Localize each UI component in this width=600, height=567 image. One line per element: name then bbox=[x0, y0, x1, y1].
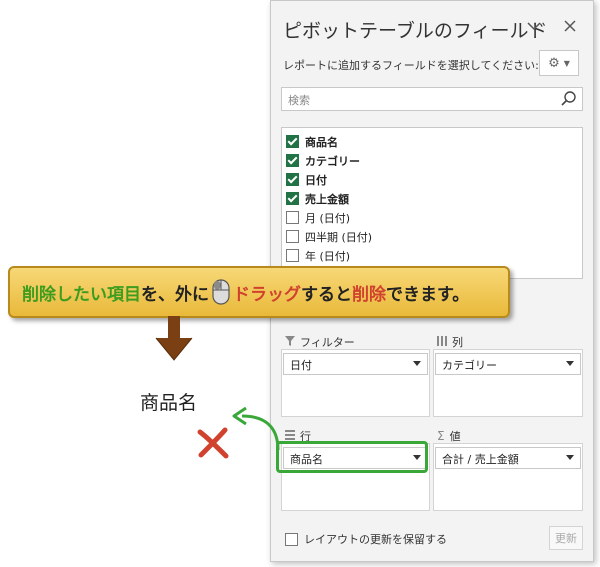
curved-arrow-icon bbox=[232, 406, 280, 451]
field-label: 日付 bbox=[305, 173, 327, 187]
mouse-icon bbox=[212, 279, 230, 305]
columns-item-label: カテゴリー bbox=[442, 359, 497, 372]
tools-button[interactable]: ⚙ ▼ bbox=[539, 50, 579, 76]
field-item[interactable]: 商品名 bbox=[282, 132, 582, 151]
columns-item-dropdown[interactable]: カテゴリー bbox=[435, 353, 581, 375]
values-item-dropdown[interactable]: 合計 / 売上金額 bbox=[435, 447, 581, 469]
field-item[interactable]: 売上金額 bbox=[282, 189, 582, 208]
checkbox[interactable] bbox=[285, 532, 298, 546]
banner-text: できます。 bbox=[386, 284, 470, 305]
chevron-down-icon[interactable] bbox=[523, 15, 545, 37]
update-button[interactable]: 更新 bbox=[549, 526, 583, 550]
checkbox[interactable] bbox=[286, 249, 299, 262]
field-item[interactable]: 月 (日付) bbox=[282, 208, 582, 227]
panel-title: ピボットテーブルのフィールド bbox=[283, 20, 548, 42]
search-input[interactable]: 検索 bbox=[281, 87, 583, 111]
banner-text-result: 削除 bbox=[352, 284, 386, 305]
columns-area-label: 列 bbox=[452, 336, 463, 349]
instruction-text: レポートに追加するフィールドを選択してください: bbox=[283, 59, 539, 72]
sigma-icon: Σ bbox=[437, 429, 445, 443]
checkbox[interactable] bbox=[286, 230, 299, 243]
field-label: 商品名 bbox=[305, 135, 338, 149]
banner-text-action: ドラッグ bbox=[233, 284, 301, 305]
field-list: 商品名 カテゴリー 日付 売上金額 月 (日付) 四半期 (日付) 年 (日付) bbox=[281, 127, 583, 279]
rows-item-highlight bbox=[276, 441, 428, 473]
field-label: カテゴリー bbox=[305, 154, 360, 168]
checkbox[interactable] bbox=[286, 154, 299, 167]
defer-layout-label: レイアウトの更新を保留する bbox=[304, 533, 447, 546]
down-arrow-icon bbox=[155, 316, 193, 361]
columns-icon bbox=[437, 335, 447, 349]
banner-text-target: 削除したい項目 bbox=[22, 284, 141, 305]
values-item-label: 合計 / 売上金額 bbox=[442, 453, 519, 466]
search-icon[interactable] bbox=[560, 90, 578, 108]
caret-down-icon: ▼ bbox=[563, 58, 570, 68]
instruction-banner: 削除したい項目 を、外に ドラッグ すると 削除 できます。 bbox=[8, 266, 510, 318]
filter-icon bbox=[285, 335, 295, 349]
filter-item-label: 日付 bbox=[290, 359, 312, 372]
close-icon[interactable] bbox=[559, 15, 581, 37]
filter-area-title: フィルター bbox=[285, 334, 355, 350]
banner-text: すると bbox=[301, 284, 352, 305]
checkbox[interactable] bbox=[286, 211, 299, 224]
values-area-title: Σ 値 bbox=[437, 428, 461, 444]
field-label: 年 (日付) bbox=[305, 249, 351, 263]
checkbox[interactable] bbox=[286, 135, 299, 148]
filter-area-label: フィルター bbox=[300, 336, 355, 349]
field-item[interactable]: 日付 bbox=[282, 170, 582, 189]
dropdown-arrow-icon bbox=[566, 361, 574, 366]
checkbox[interactable] bbox=[286, 192, 299, 205]
field-item[interactable]: 四半期 (日付) bbox=[282, 227, 582, 246]
search-placeholder: 検索 bbox=[288, 94, 310, 107]
field-item[interactable]: 年 (日付) bbox=[282, 246, 582, 265]
gear-icon: ⚙ bbox=[548, 55, 560, 71]
field-label: 四半期 (日付) bbox=[305, 230, 373, 244]
delete-x-icon bbox=[197, 427, 229, 459]
banner-text: を、外に bbox=[141, 284, 209, 305]
field-label: 売上金額 bbox=[305, 192, 349, 206]
checkbox[interactable] bbox=[286, 173, 299, 186]
dropdown-arrow-icon bbox=[566, 455, 574, 460]
values-area-label: 値 bbox=[449, 430, 461, 443]
field-label: 月 (日付) bbox=[305, 211, 351, 225]
defer-layout-update[interactable]: レイアウトの更新を保留する bbox=[285, 531, 447, 547]
filter-item-dropdown[interactable]: 日付 bbox=[283, 353, 428, 375]
columns-area-title: 列 bbox=[437, 334, 463, 350]
dropdown-arrow-icon bbox=[413, 361, 421, 366]
field-item[interactable]: カテゴリー bbox=[282, 151, 582, 170]
dragged-field-label: 商品名 bbox=[140, 392, 198, 414]
